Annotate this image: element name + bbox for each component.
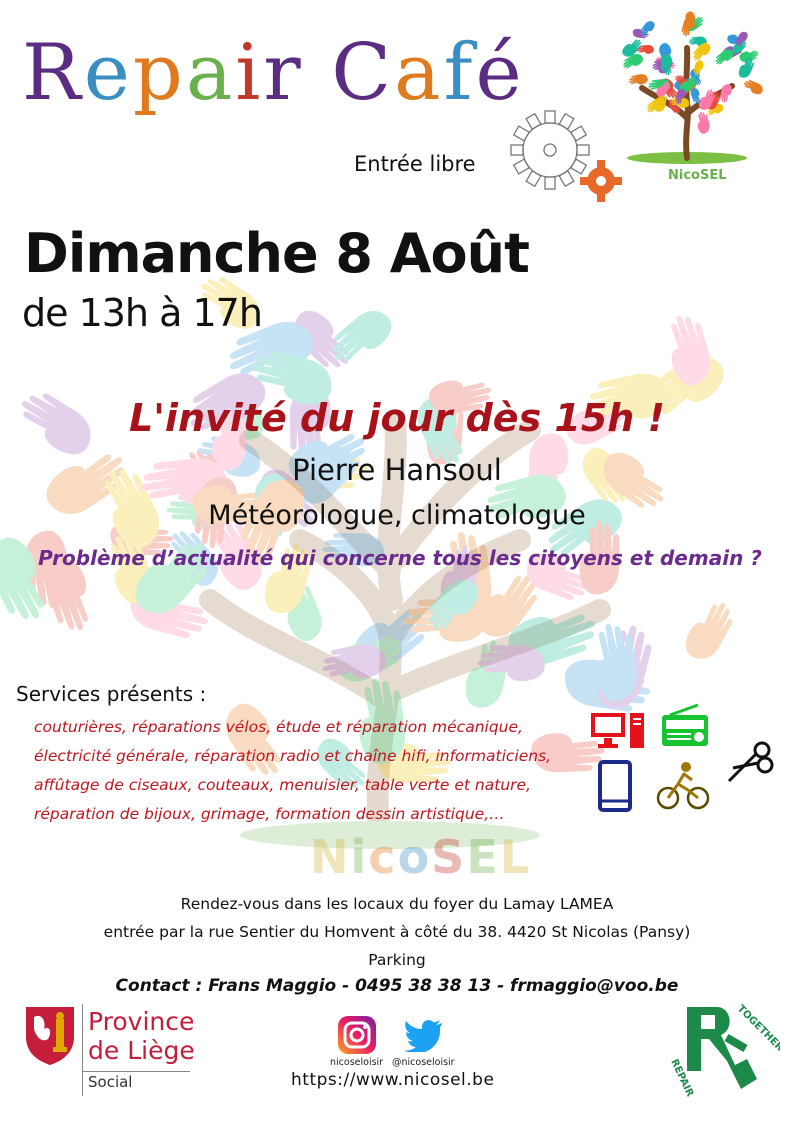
twitter-handle: @nicoseloisir: [392, 1057, 455, 1068]
guest-name: Pierre Hansoul: [292, 453, 502, 487]
title-letter: p: [132, 28, 186, 118]
watermark-letter: c: [368, 830, 398, 884]
title-letter: C: [331, 28, 395, 118]
province-line2: de Liège: [88, 1036, 195, 1065]
together-repair-logo: TOGETHER REPAIR: [668, 1003, 780, 1099]
watermark-letter: L: [499, 830, 532, 884]
divider: [82, 1004, 83, 1096]
phone-icon: [598, 760, 632, 812]
province-name: Province de Liège: [88, 1007, 195, 1065]
guest-headline: L'invité du jour dès 15h !: [129, 396, 665, 440]
title-letter: e: [83, 28, 133, 118]
hand-shape: [743, 79, 763, 95]
divider: [82, 1071, 190, 1072]
website-link[interactable]: https://www.nicosel.be: [291, 1070, 494, 1090]
hand-shape: [637, 45, 655, 54]
title-letter: R: [22, 28, 84, 118]
nicosel-tree-logo: [622, 11, 763, 164]
hand-shape: [719, 84, 732, 103]
watermark-letter: E: [466, 830, 500, 884]
entry-free-label: Entrée libre: [354, 152, 476, 176]
title-letter: f: [443, 28, 476, 118]
radio-icon: [662, 703, 708, 746]
service-line: réparation de bijoux, grimage, formation…: [34, 805, 505, 823]
nicosel-watermark: NicoSEL: [310, 830, 531, 884]
page-title: Repair Café: [22, 28, 525, 118]
title-letter: a: [185, 28, 236, 118]
computer-icon: [591, 713, 644, 748]
guest-role: Météorologue, climatologue: [208, 500, 586, 531]
title-letter: a: [394, 28, 444, 118]
title-letter: r: [263, 28, 304, 118]
contact-info: Contact : Frans Maggio - 0495 38 38 13 -…: [115, 976, 679, 996]
watermark-letter: o: [397, 830, 432, 884]
watermark-letter: i: [350, 830, 369, 884]
services-title: Services présents :: [16, 682, 207, 706]
service-line: électricité générale, réparation radio e…: [34, 747, 552, 765]
bicycle-icon: [656, 762, 710, 810]
parking-label: Parking: [368, 951, 426, 969]
province-liege-crest-icon: [26, 1007, 74, 1065]
twitter-icon[interactable]: [404, 1018, 444, 1052]
watermark-letter: S: [431, 830, 467, 884]
services-list: couturières, réparations vélos, étude et…: [34, 713, 594, 829]
event-date: Dimanche 8 Août: [24, 222, 530, 285]
instagram-icon[interactable]: [337, 1015, 377, 1055]
address-line: entrée par la rue Sentier du Homvent à c…: [103, 923, 691, 941]
event-hours: de 13h à 17h: [22, 291, 263, 335]
title-letter: i: [235, 28, 264, 118]
province-line1: Province: [88, 1007, 195, 1036]
address-line: Rendez-vous dans les locaux du foyer du …: [180, 895, 614, 913]
hand-shape: [628, 74, 648, 85]
hand-shape: [685, 602, 733, 659]
province-department: Social: [88, 1073, 133, 1091]
title-letter: [304, 28, 332, 118]
instagram-handle: nicoseloisir: [330, 1057, 384, 1068]
service-line: affûtage de ciseaux, couteaux, menuisier…: [34, 776, 531, 794]
topic-question: Problème d’actualité qui concerne tous l…: [38, 546, 762, 570]
scissors-icon: [727, 741, 774, 783]
watermark-letter: N: [310, 830, 351, 884]
service-line: couturières, réparations vélos, étude et…: [34, 718, 523, 736]
nicosel-logo-text: NicoSEL: [668, 168, 727, 183]
